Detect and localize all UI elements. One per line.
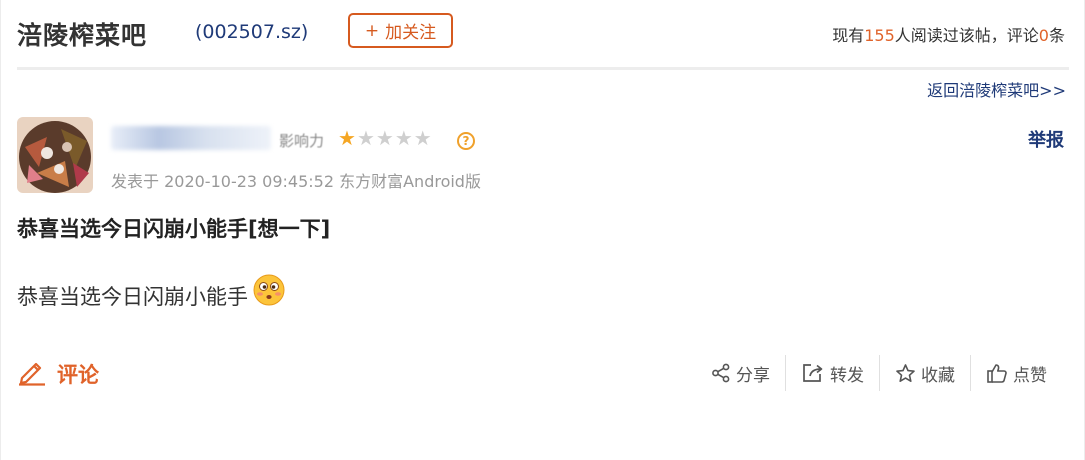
back-to-bar-link[interactable]: 返回涪陵榨菜吧>> [927,77,1066,101]
star-outline-icon [895,363,916,384]
post-action-bar: 分享 转发 收藏 点赞 [696,353,1062,393]
forward-label: 转发 [830,365,864,386]
follow-button[interactable]: + 加关注 [348,13,453,48]
influence-stars: ★★★★★ [338,128,433,148]
bar-name[interactable]: 涪陵榨菜吧 [17,16,147,52]
post-title: 恭喜当选今日闪崩小能手[想一下] [17,217,331,241]
follow-button-label: 加关注 [385,23,437,43]
share-icon [711,363,731,383]
star-empty-icon: ★ [356,126,376,150]
read-middle: 人阅读过该帖，评论 [894,26,1039,45]
comment-button[interactable]: 评论 [17,356,99,391]
share-label: 分享 [736,365,770,386]
star-empty-icon: ★ [375,126,395,150]
read-info: 现有155人阅读过该帖，评论0条 [832,22,1065,46]
read-prefix: 现有 [832,26,865,45]
star-empty-icon: ★ [413,126,433,150]
user-influence-label: 影响力 [279,132,325,150]
username-redacted[interactable] [111,126,271,150]
page-frame: 涪陵榨菜吧 (002507.sz) + 加关注 现有155人阅读过该帖，评论0条… [0,0,1085,460]
post-meta: 发表于 2020-10-23 09:45:52 东方财富Android版 [111,172,481,191]
post-body-text: 恭喜当选今日闪崩小能手 [17,285,248,309]
star-filled-icon: ★ [338,126,357,150]
read-count: 155 [864,26,895,45]
report-button[interactable]: 举报 [1028,126,1064,152]
star-empty-icon: ★ [394,126,414,150]
question-icon[interactable]: ? [457,132,475,150]
share-button[interactable]: 分享 [696,354,785,392]
avatar[interactable] [17,117,93,193]
comment-count: 0 [1038,26,1049,45]
favorite-label: 收藏 [921,365,955,386]
thumbs-up-icon [986,362,1008,384]
page-header: 涪陵榨菜吧 (002507.sz) + 加关注 现有155人阅读过该帖，评论0条 [17,12,1069,52]
plus-icon: + [364,20,380,41]
thinking-emoji-icon [252,273,286,307]
forward-button[interactable]: 转发 [786,354,879,392]
pencil-icon [17,356,47,391]
favorite-button[interactable]: 收藏 [880,354,970,392]
comment-button-label: 评论 [57,362,99,387]
read-suffix: 条 [1048,26,1065,45]
header-divider [17,67,1069,70]
post-body: 恭喜当选今日闪崩小能手 [17,274,286,311]
like-button[interactable]: 点赞 [971,354,1062,392]
like-label: 点赞 [1013,365,1047,386]
forward-icon [801,362,825,384]
stock-code[interactable]: (002507.sz) [195,21,308,43]
